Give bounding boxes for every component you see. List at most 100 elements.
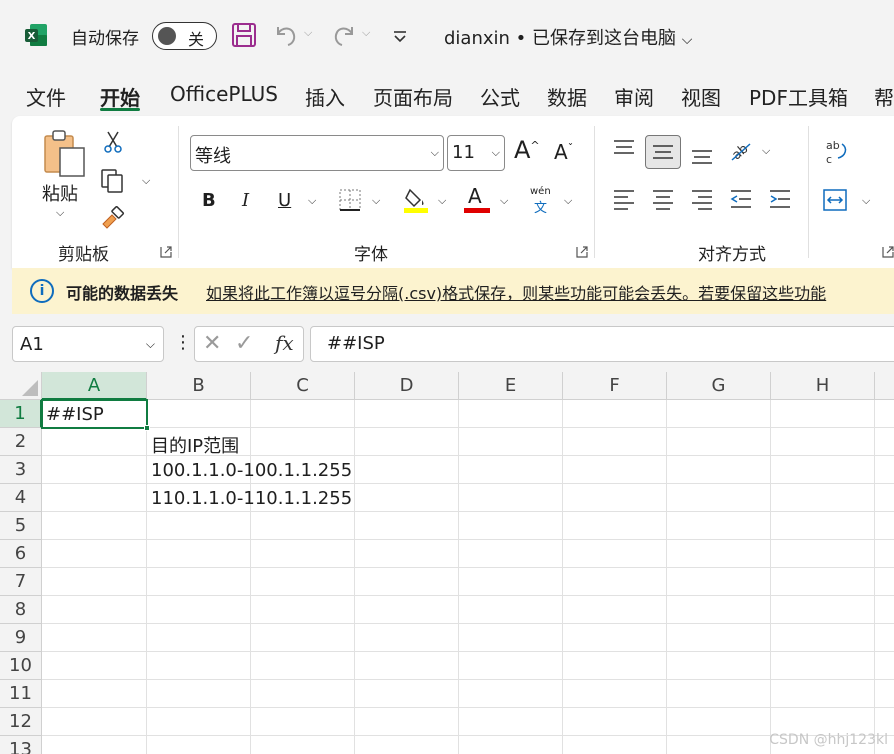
increase-font-icon[interactable]: A^ xyxy=(514,136,540,164)
row-header-6[interactable]: 6 xyxy=(0,540,42,568)
column-header-f[interactable]: F xyxy=(563,372,667,400)
orientation-icon[interactable]: ab xyxy=(728,138,756,164)
tab-officeplus[interactable]: OfficePLUS xyxy=(170,82,278,106)
paste-dropdown-icon[interactable]: ⌵ xyxy=(56,206,64,220)
alignment-launcher-icon[interactable] xyxy=(882,246,894,258)
column-header-next[interactable] xyxy=(875,372,894,400)
row-header-8[interactable]: 8 xyxy=(0,596,42,624)
wrap-text-icon[interactable]: ab c xyxy=(824,138,850,166)
font-launcher-icon[interactable] xyxy=(576,246,588,258)
copy-icon[interactable] xyxy=(100,168,126,194)
redo-icon[interactable] xyxy=(330,21,358,49)
tab-pdf-tools[interactable]: PDF工具箱 xyxy=(749,82,848,111)
row-header-12[interactable]: 12 xyxy=(0,708,42,736)
column-header-b[interactable]: B xyxy=(147,372,251,400)
worksheet-grid[interactable]: A B C D E F G H 1 2 3 4 5 6 7 8 9 10 11 … xyxy=(0,372,894,754)
font-color-button[interactable]: A xyxy=(464,184,490,214)
phonetic-dropdown-icon[interactable]: ⌵ xyxy=(564,194,572,208)
document-title[interactable]: dianxin • 已保存到这台电脑 ⌵ xyxy=(444,24,692,50)
row-header-3[interactable]: 3 xyxy=(0,456,42,484)
align-center-icon[interactable] xyxy=(651,188,675,210)
font-size-combo[interactable]: 11 ⌵ xyxy=(447,135,505,171)
phonetic-guide-button[interactable]: wén 文 xyxy=(528,186,556,216)
align-right-icon[interactable] xyxy=(690,188,714,210)
row-header-13[interactable]: 13 xyxy=(0,736,42,754)
column-header-g[interactable]: G xyxy=(667,372,771,400)
tab-help[interactable]: 帮 xyxy=(874,82,894,111)
align-middle-button[interactable] xyxy=(645,135,681,169)
tab-formulas[interactable]: 公式 xyxy=(480,82,520,111)
undo-dropdown-icon[interactable]: ⌵ xyxy=(304,26,312,40)
name-box[interactable]: A1 ⌵ xyxy=(12,326,164,362)
gridline xyxy=(42,595,894,596)
tab-data[interactable]: 数据 xyxy=(547,82,587,111)
tab-home[interactable]: 开始 xyxy=(100,82,140,111)
cut-icon[interactable] xyxy=(102,130,124,154)
row-header-9[interactable]: 9 xyxy=(0,624,42,652)
undo-icon[interactable] xyxy=(272,21,300,49)
column-header-e[interactable]: E xyxy=(459,372,563,400)
column-header-a[interactable]: A xyxy=(42,372,147,400)
font-color-dropdown-icon[interactable]: ⌵ xyxy=(500,194,508,208)
decrease-indent-icon[interactable] xyxy=(729,188,753,210)
bold-button[interactable]: B xyxy=(202,190,216,211)
paste-label[interactable]: 粘贴 xyxy=(42,180,78,206)
clipboard-launcher-icon[interactable] xyxy=(160,246,172,258)
decrease-font-icon[interactable]: Aˇ xyxy=(554,140,573,164)
insert-function-button[interactable]: fx xyxy=(275,331,294,355)
formula-buttons: ✕ ✓ fx xyxy=(194,326,304,362)
cell-b4[interactable]: 110.1.1.0-110.1.1.255 xyxy=(151,488,352,509)
row-header-2[interactable]: 2 xyxy=(0,428,42,456)
formula-bar-grip-icon[interactable]: ⋮ xyxy=(174,332,192,353)
borders-icon[interactable] xyxy=(338,188,362,212)
tab-insert[interactable]: 插入 xyxy=(305,82,345,111)
font-name-combo[interactable]: 等线 ⌵ xyxy=(190,135,444,171)
column-header-d[interactable]: D xyxy=(355,372,459,400)
formula-input[interactable]: ##ISP xyxy=(310,326,894,362)
infobar-message-link[interactable]: 如果将此工作簿以逗号分隔(.csv)格式保存，则某些功能可能会丢失。若要保留这些… xyxy=(206,280,826,304)
row-header-1[interactable]: 1 xyxy=(0,400,42,428)
paste-icon[interactable] xyxy=(42,128,88,178)
borders-dropdown-icon[interactable]: ⌵ xyxy=(372,194,380,208)
autosave-state: 关 xyxy=(188,30,205,49)
gridline xyxy=(42,483,894,484)
underline-button[interactable]: U xyxy=(278,190,291,211)
row-header-11[interactable]: 11 xyxy=(0,680,42,708)
tab-view[interactable]: 视图 xyxy=(681,82,721,111)
name-box-dropdown-icon: ⌵ xyxy=(145,337,155,351)
align-bottom-icon[interactable] xyxy=(690,144,714,166)
cancel-entry-icon[interactable]: ✕ xyxy=(203,331,221,356)
merge-center-icon[interactable] xyxy=(822,188,848,212)
align-top-icon[interactable] xyxy=(612,138,636,160)
italic-button[interactable]: I xyxy=(242,190,249,211)
tab-file[interactable]: 文件 xyxy=(26,82,66,111)
copy-dropdown-icon[interactable]: ⌵ xyxy=(142,174,150,188)
column-header-h[interactable]: H xyxy=(771,372,875,400)
orientation-dropdown-icon[interactable]: ⌵ xyxy=(762,144,770,158)
fill-color-icon[interactable] xyxy=(402,186,430,214)
cell-b2[interactable]: 目的IP范围 xyxy=(151,432,239,458)
increase-indent-icon[interactable] xyxy=(768,188,792,210)
underline-dropdown-icon[interactable]: ⌵ xyxy=(308,194,316,208)
column-header-c[interactable]: C xyxy=(251,372,355,400)
merge-dropdown-icon[interactable]: ⌵ xyxy=(862,194,870,208)
row-header-7[interactable]: 7 xyxy=(0,568,42,596)
tab-review[interactable]: 审阅 xyxy=(614,82,654,111)
tab-page-layout[interactable]: 页面布局 xyxy=(373,82,453,111)
select-all-button[interactable] xyxy=(0,372,42,400)
info-icon: i xyxy=(30,279,54,303)
format-painter-icon[interactable] xyxy=(100,206,126,230)
redo-dropdown-icon[interactable]: ⌵ xyxy=(362,26,370,40)
align-left-icon[interactable] xyxy=(612,188,636,210)
fill-handle[interactable] xyxy=(144,425,150,431)
row-header-10[interactable]: 10 xyxy=(0,652,42,680)
cell-b3[interactable]: 100.1.1.0-100.1.1.255 xyxy=(151,460,352,481)
fill-color-dropdown-icon[interactable]: ⌵ xyxy=(438,194,446,208)
row-header-5[interactable]: 5 xyxy=(0,512,42,540)
autosave-toggle[interactable]: 关 xyxy=(152,22,217,50)
confirm-entry-icon[interactable]: ✓ xyxy=(235,331,253,356)
customize-qat-icon[interactable] xyxy=(388,21,412,49)
save-icon[interactable] xyxy=(230,21,258,49)
row-header-4[interactable]: 4 xyxy=(0,484,42,512)
svg-text:X: X xyxy=(28,31,36,42)
